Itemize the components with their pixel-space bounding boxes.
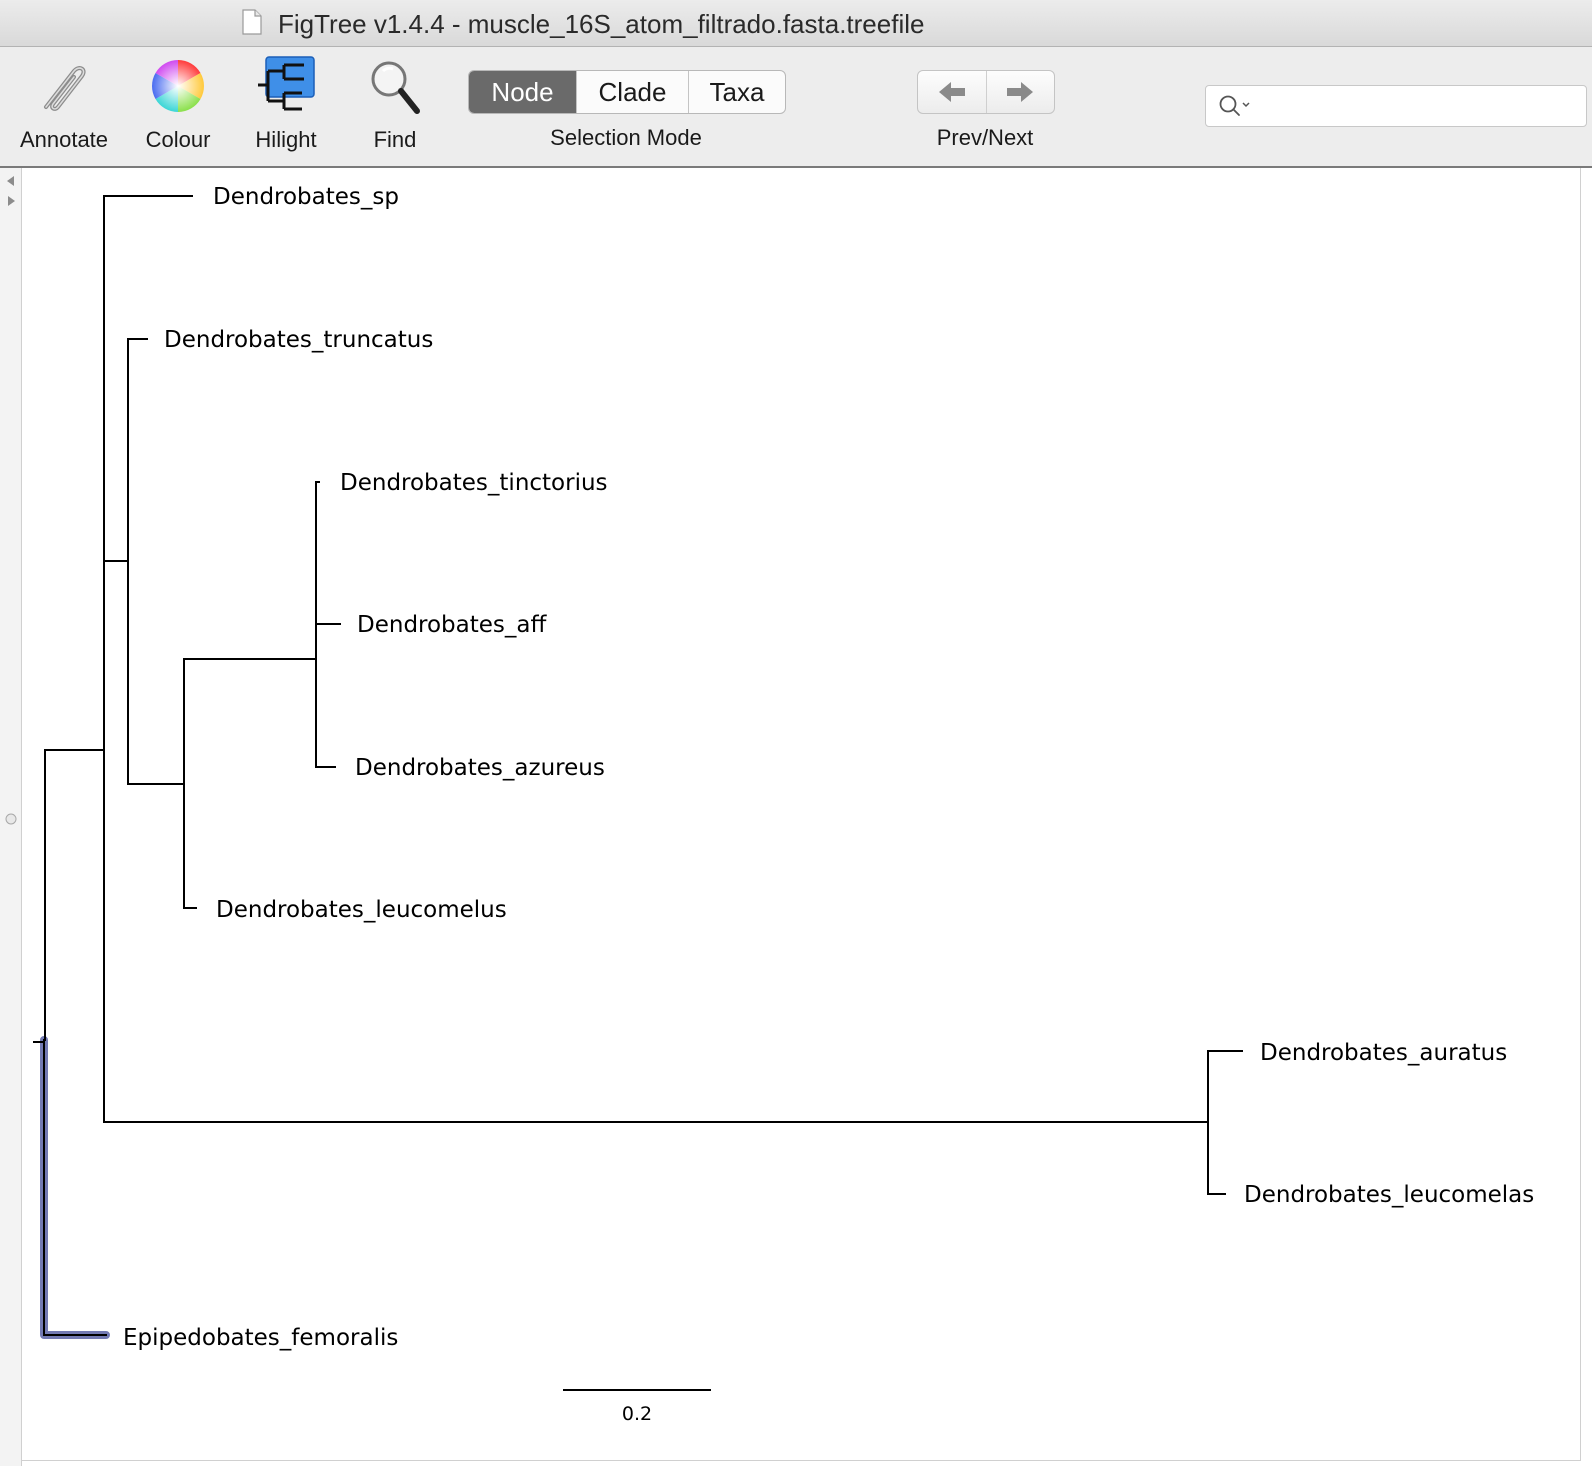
- arrow-right-icon: [1007, 82, 1034, 102]
- selection-mode-caption: Selection Mode: [550, 125, 702, 150]
- prev-button[interactable]: [918, 71, 987, 113]
- find-button[interactable]: Find: [350, 47, 440, 166]
- colour-wheel-icon: [152, 60, 204, 112]
- tree-canvas[interactable]: Dendrobates_sp Dendrobates_truncatus Den…: [22, 168, 1581, 1461]
- hilight-label: Hilight: [255, 127, 317, 152]
- taxon-label[interactable]: Dendrobates_truncatus: [164, 327, 433, 353]
- search-box: [1205, 85, 1587, 127]
- splitter-handle-icon[interactable]: [4, 812, 18, 826]
- prev-next-caption: Prev/Next: [936, 125, 1034, 150]
- annotate-label: Annotate: [19, 127, 109, 152]
- colour-button[interactable]: Colour: [128, 47, 228, 166]
- taxon-label[interactable]: Dendrobates_tinctorius: [340, 470, 608, 496]
- find-label: Find: [373, 127, 417, 152]
- taxon-label[interactable]: Dendrobates_auratus: [1260, 1040, 1507, 1066]
- phylogenetic-tree[interactable]: Dendrobates_sp Dendrobates_truncatus Den…: [22, 168, 1580, 1460]
- annotate-button[interactable]: Annotate: [8, 47, 120, 166]
- search-input[interactable]: [1258, 90, 1582, 122]
- taxon-label[interactable]: Dendrobates_leucomelas: [1244, 1182, 1534, 1208]
- taxon-label[interactable]: Dendrobates_sp: [213, 184, 399, 210]
- arrow-left-icon: [938, 82, 965, 102]
- search-icon: [1219, 95, 1250, 116]
- window-title: FigTree v1.4.4 - muscle_16S_atom_filtrad…: [278, 9, 925, 39]
- expand-right-icon[interactable]: [4, 194, 18, 208]
- selection-mode-node[interactable]: Node: [469, 71, 577, 113]
- document-icon: [242, 9, 262, 35]
- colour-label: Colour: [145, 127, 211, 152]
- taxon-label[interactable]: Epipedobates_femoralis: [123, 1325, 398, 1351]
- selection-mode-control: Node Clade Taxa: [468, 70, 786, 114]
- paperclip-icon: [44, 66, 86, 111]
- side-panel-gutter: [0, 168, 22, 1466]
- hilight-button[interactable]: Hilight: [236, 47, 336, 166]
- branch-epipedobates-femoralis[interactable]: [43, 1039, 107, 1336]
- selection-mode-clade[interactable]: Clade: [577, 71, 689, 113]
- hilight-tree-icon: [258, 56, 315, 111]
- taxon-label[interactable]: Dendrobates_aff: [357, 612, 547, 638]
- selection-mode-taxa[interactable]: Taxa: [689, 71, 785, 113]
- prev-next-control: [917, 70, 1055, 114]
- next-button[interactable]: [987, 71, 1055, 113]
- collapse-left-icon[interactable]: [4, 174, 18, 188]
- taxon-label[interactable]: Dendrobates_azureus: [355, 755, 605, 781]
- toolbar: Annotate Colour Hilight Find Node Clade …: [0, 47, 1592, 168]
- taxon-label[interactable]: Dendrobates_leucomelus: [216, 897, 507, 923]
- selected-branch-highlight[interactable]: [40, 1036, 110, 1339]
- title-bar: FigTree v1.4.4 - muscle_16S_atom_filtrad…: [0, 0, 1592, 47]
- scale-bar-label: 0.2: [622, 1403, 652, 1425]
- magnifier-icon: [371, 61, 420, 114]
